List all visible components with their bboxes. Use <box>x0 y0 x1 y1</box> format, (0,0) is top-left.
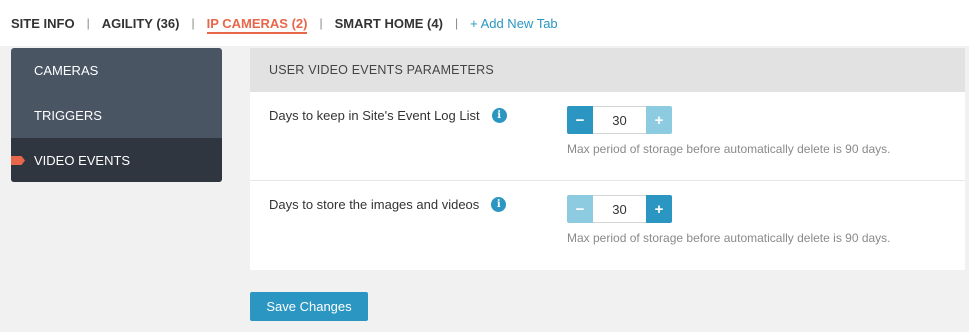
days-media-stepper: − + <box>567 195 672 223</box>
sidebar-item-video-events[interactable]: VIDEO EVENTS <box>11 138 222 182</box>
days-log-input[interactable] <box>593 106 646 134</box>
sidebar-item-label: CAMERAS <box>34 63 99 78</box>
save-changes-button[interactable]: Save Changes <box>250 292 368 321</box>
setting-row-event-log: Days to keep in Site's Event Log List i … <box>250 92 965 181</box>
setting-hint: Max period of storage before automatical… <box>567 231 891 245</box>
panel-body: Days to keep in Site's Event Log List i … <box>250 92 965 270</box>
setting-label-text: Days to store the images and videos <box>269 197 480 212</box>
tab-separator: | <box>454 16 459 30</box>
tab-ip-cameras[interactable]: IP CAMERAS (2) <box>206 16 308 34</box>
increment-button[interactable]: + <box>646 106 672 134</box>
setting-label: Days to keep in Site's Event Log List i <box>269 108 507 123</box>
sidebar-item-triggers[interactable]: TRIGGERS <box>11 93 222 138</box>
setting-row-media-storage: Days to store the images and videos i − … <box>250 181 965 270</box>
days-log-stepper: − + <box>567 106 672 134</box>
add-new-tab-link[interactable]: + Add New Tab <box>470 16 558 31</box>
info-icon[interactable]: i <box>491 108 507 123</box>
info-icon[interactable]: i <box>491 197 507 212</box>
tab-separator: | <box>86 16 90 30</box>
tab-smart-home[interactable]: SMART HOME (4) <box>335 16 443 31</box>
setting-label-text: Days to keep in Site's Event Log List <box>269 108 480 123</box>
setting-hint: Max period of storage before automatical… <box>567 142 891 156</box>
tab-bar: SITE INFO | AGILITY (36) | IP CAMERAS (2… <box>0 0 969 46</box>
tab-separator: | <box>319 16 323 30</box>
increment-button[interactable]: + <box>646 195 672 223</box>
panel-title: USER VIDEO EVENTS PARAMETERS <box>269 63 494 77</box>
sidebar: CAMERAS TRIGGERS VIDEO EVENTS <box>11 48 222 182</box>
sidebar-item-label: TRIGGERS <box>34 108 102 123</box>
decrement-button[interactable]: − <box>567 195 593 223</box>
tab-agility[interactable]: AGILITY (36) <box>102 16 180 31</box>
sidebar-item-label: VIDEO EVENTS <box>34 153 131 168</box>
days-media-input[interactable] <box>593 195 646 223</box>
active-marker-icon <box>11 156 25 165</box>
tab-site-info[interactable]: SITE INFO <box>11 16 75 31</box>
decrement-button[interactable]: − <box>567 106 593 134</box>
setting-label: Days to store the images and videos i <box>269 197 507 212</box>
tab-separator: | <box>191 16 195 30</box>
sidebar-item-cameras[interactable]: CAMERAS <box>11 48 222 93</box>
panel-header: USER VIDEO EVENTS PARAMETERS <box>250 48 965 92</box>
